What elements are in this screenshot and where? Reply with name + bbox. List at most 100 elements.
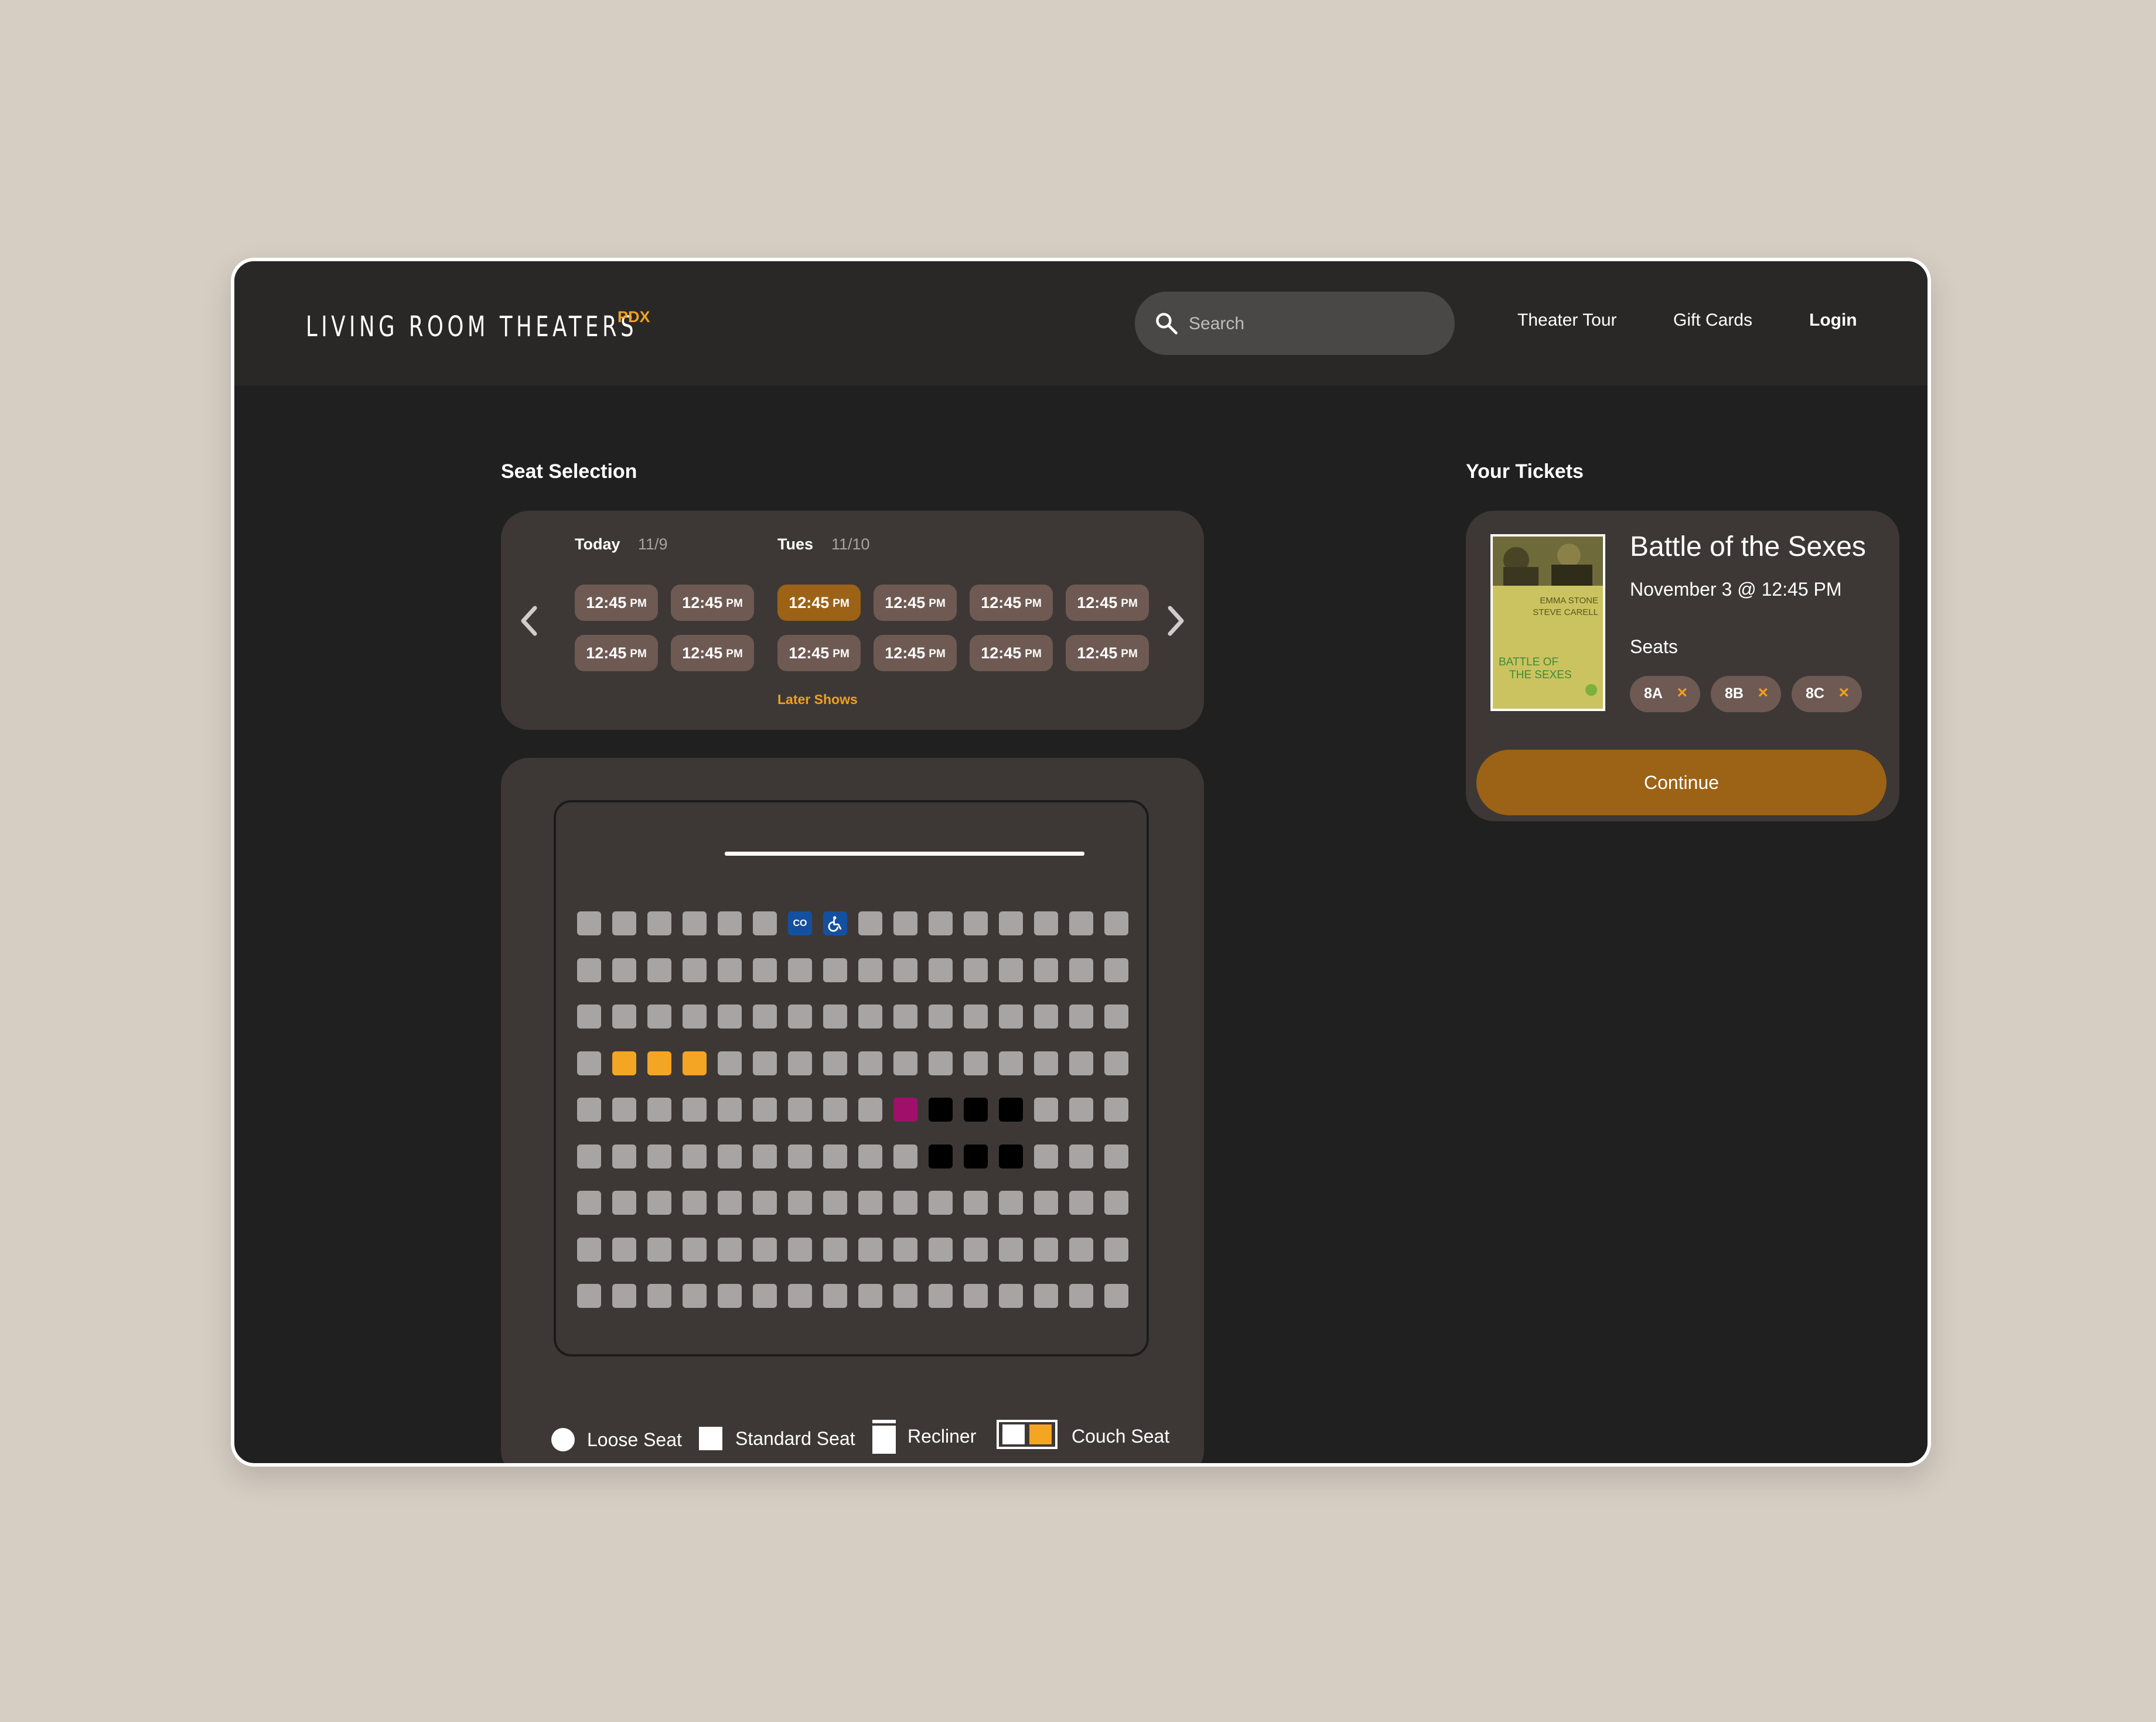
seat[interactable] bbox=[1104, 958, 1128, 982]
showtime-button[interactable]: 12:45 PM bbox=[1066, 635, 1149, 671]
selected-seat[interactable] bbox=[683, 1051, 707, 1075]
seat[interactable] bbox=[683, 1098, 707, 1122]
remove-seat-icon[interactable]: × bbox=[1838, 683, 1849, 703]
seat[interactable] bbox=[577, 1051, 601, 1075]
seat[interactable] bbox=[612, 1004, 636, 1029]
seat[interactable] bbox=[893, 1191, 917, 1215]
seat[interactable] bbox=[753, 911, 777, 935]
seat[interactable] bbox=[858, 1004, 882, 1029]
seat[interactable] bbox=[1104, 1144, 1128, 1168]
seat[interactable] bbox=[1104, 1238, 1128, 1262]
seat[interactable] bbox=[929, 911, 953, 935]
chevron-left-icon[interactable] bbox=[516, 603, 542, 638]
seat[interactable] bbox=[612, 1191, 636, 1215]
seat[interactable] bbox=[577, 1284, 601, 1308]
seat[interactable] bbox=[718, 958, 742, 982]
seat[interactable] bbox=[929, 1004, 953, 1029]
seat[interactable] bbox=[1104, 1191, 1128, 1215]
seat[interactable] bbox=[788, 1051, 812, 1075]
seat[interactable] bbox=[858, 1238, 882, 1262]
seat[interactable] bbox=[753, 1144, 777, 1168]
wheelchair-seat[interactable] bbox=[823, 911, 847, 935]
seat[interactable] bbox=[823, 958, 847, 982]
seat[interactable] bbox=[823, 1144, 847, 1168]
seat[interactable] bbox=[647, 1191, 671, 1215]
seat[interactable] bbox=[1104, 1004, 1128, 1029]
seat[interactable] bbox=[1034, 958, 1058, 982]
seat[interactable] bbox=[1069, 1238, 1093, 1262]
seat[interactable] bbox=[999, 1238, 1023, 1262]
seat[interactable] bbox=[577, 1238, 601, 1262]
seat[interactable] bbox=[647, 1144, 671, 1168]
seat[interactable] bbox=[1034, 1191, 1058, 1215]
seat[interactable] bbox=[823, 1004, 847, 1029]
seat[interactable] bbox=[718, 1238, 742, 1262]
seat[interactable] bbox=[1069, 1098, 1093, 1122]
seat[interactable] bbox=[1069, 1051, 1093, 1075]
seat[interactable] bbox=[858, 1098, 882, 1122]
seat[interactable] bbox=[612, 911, 636, 935]
seat[interactable] bbox=[1069, 1144, 1093, 1168]
seat[interactable] bbox=[683, 1191, 707, 1215]
showtime-button[interactable]: 12:45 PM bbox=[970, 635, 1053, 671]
seat[interactable] bbox=[1034, 1004, 1058, 1029]
seat[interactable] bbox=[647, 958, 671, 982]
continue-button[interactable]: Continue bbox=[1476, 750, 1886, 815]
seat[interactable] bbox=[683, 1144, 707, 1168]
seat[interactable] bbox=[893, 1051, 917, 1075]
seat[interactable] bbox=[753, 1004, 777, 1029]
seat[interactable] bbox=[964, 958, 988, 982]
seat[interactable] bbox=[1034, 1284, 1058, 1308]
seat[interactable] bbox=[612, 1238, 636, 1262]
seat[interactable] bbox=[858, 958, 882, 982]
seat[interactable] bbox=[647, 1004, 671, 1029]
seat[interactable] bbox=[964, 1191, 988, 1215]
seat[interactable] bbox=[718, 1284, 742, 1308]
seat[interactable] bbox=[1034, 1144, 1058, 1168]
seat[interactable] bbox=[823, 1098, 847, 1122]
seat[interactable] bbox=[753, 1191, 777, 1215]
seat[interactable] bbox=[718, 1144, 742, 1168]
seat[interactable] bbox=[753, 1238, 777, 1262]
seat[interactable] bbox=[929, 1051, 953, 1075]
seat[interactable] bbox=[893, 1284, 917, 1308]
seat[interactable] bbox=[999, 1284, 1023, 1308]
seat[interactable] bbox=[718, 911, 742, 935]
seat[interactable] bbox=[858, 1051, 882, 1075]
selected-seat[interactable] bbox=[647, 1051, 671, 1075]
seat[interactable] bbox=[612, 1144, 636, 1168]
seat[interactable] bbox=[999, 911, 1023, 935]
search-bar[interactable] bbox=[1135, 292, 1455, 355]
nav-login[interactable]: Login bbox=[1809, 310, 1857, 330]
seat[interactable] bbox=[753, 1051, 777, 1075]
showtime-button[interactable]: 12:45 PM bbox=[970, 585, 1053, 621]
seat[interactable] bbox=[823, 1051, 847, 1075]
showtime-button[interactable]: 12:45 PM bbox=[777, 585, 861, 621]
seat[interactable] bbox=[718, 1098, 742, 1122]
search-input[interactable] bbox=[1188, 306, 1436, 342]
chevron-right-icon[interactable] bbox=[1163, 603, 1189, 638]
seat[interactable] bbox=[823, 1191, 847, 1215]
showtime-button[interactable]: 12:45 PM bbox=[671, 585, 754, 621]
showtime-button[interactable]: 12:45 PM bbox=[575, 585, 658, 621]
seat[interactable] bbox=[1034, 911, 1058, 935]
seat[interactable] bbox=[858, 1191, 882, 1215]
logo[interactable]: LIVING ROOM THEATERS bbox=[306, 310, 637, 343]
seat[interactable] bbox=[577, 958, 601, 982]
seat[interactable] bbox=[929, 1191, 953, 1215]
seat[interactable] bbox=[999, 1191, 1023, 1215]
seat[interactable] bbox=[964, 1004, 988, 1029]
seat[interactable] bbox=[612, 958, 636, 982]
seat[interactable] bbox=[929, 1284, 953, 1308]
seat[interactable] bbox=[753, 1098, 777, 1122]
seat[interactable] bbox=[647, 1284, 671, 1308]
seat[interactable] bbox=[718, 1191, 742, 1215]
seat[interactable] bbox=[893, 1144, 917, 1168]
seat[interactable] bbox=[683, 1238, 707, 1262]
seat[interactable] bbox=[1069, 1284, 1093, 1308]
seat[interactable] bbox=[683, 1004, 707, 1029]
seat[interactable] bbox=[612, 1284, 636, 1308]
seat[interactable] bbox=[718, 1051, 742, 1075]
seat[interactable] bbox=[1069, 911, 1093, 935]
seat[interactable] bbox=[1034, 1238, 1058, 1262]
